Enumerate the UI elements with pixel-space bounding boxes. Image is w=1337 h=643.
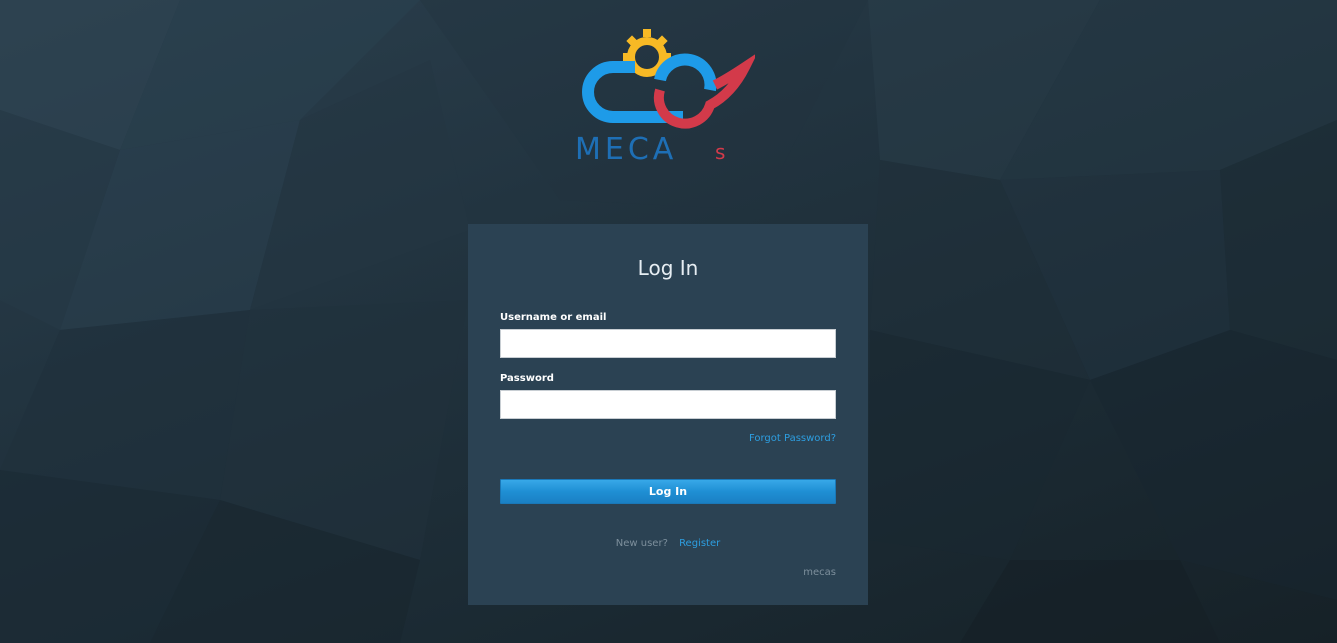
login-title: Log In bbox=[637, 256, 699, 280]
cloud-icon bbox=[582, 53, 717, 123]
password-label: Password bbox=[500, 373, 554, 384]
username-input[interactable] bbox=[500, 329, 836, 358]
forgot-password-link[interactable]: Forgot Password? bbox=[749, 433, 836, 444]
login-card: Log In Username or email Password Forgot… bbox=[468, 224, 868, 605]
logo-wordmark: MECA bbox=[575, 132, 677, 165]
password-input[interactable] bbox=[500, 390, 836, 419]
username-label: Username or email bbox=[500, 312, 607, 323]
svg-text:s: s bbox=[715, 140, 725, 164]
register-link[interactable]: Register bbox=[679, 538, 720, 549]
register-row: New user? Register bbox=[468, 538, 868, 549]
realm-name: mecas bbox=[803, 567, 836, 578]
new-user-text: New user? bbox=[615, 538, 668, 549]
mecas-logo: MECA s bbox=[565, 25, 758, 167]
login-button[interactable]: Log In bbox=[500, 479, 836, 504]
swoosh-icon bbox=[653, 52, 758, 129]
